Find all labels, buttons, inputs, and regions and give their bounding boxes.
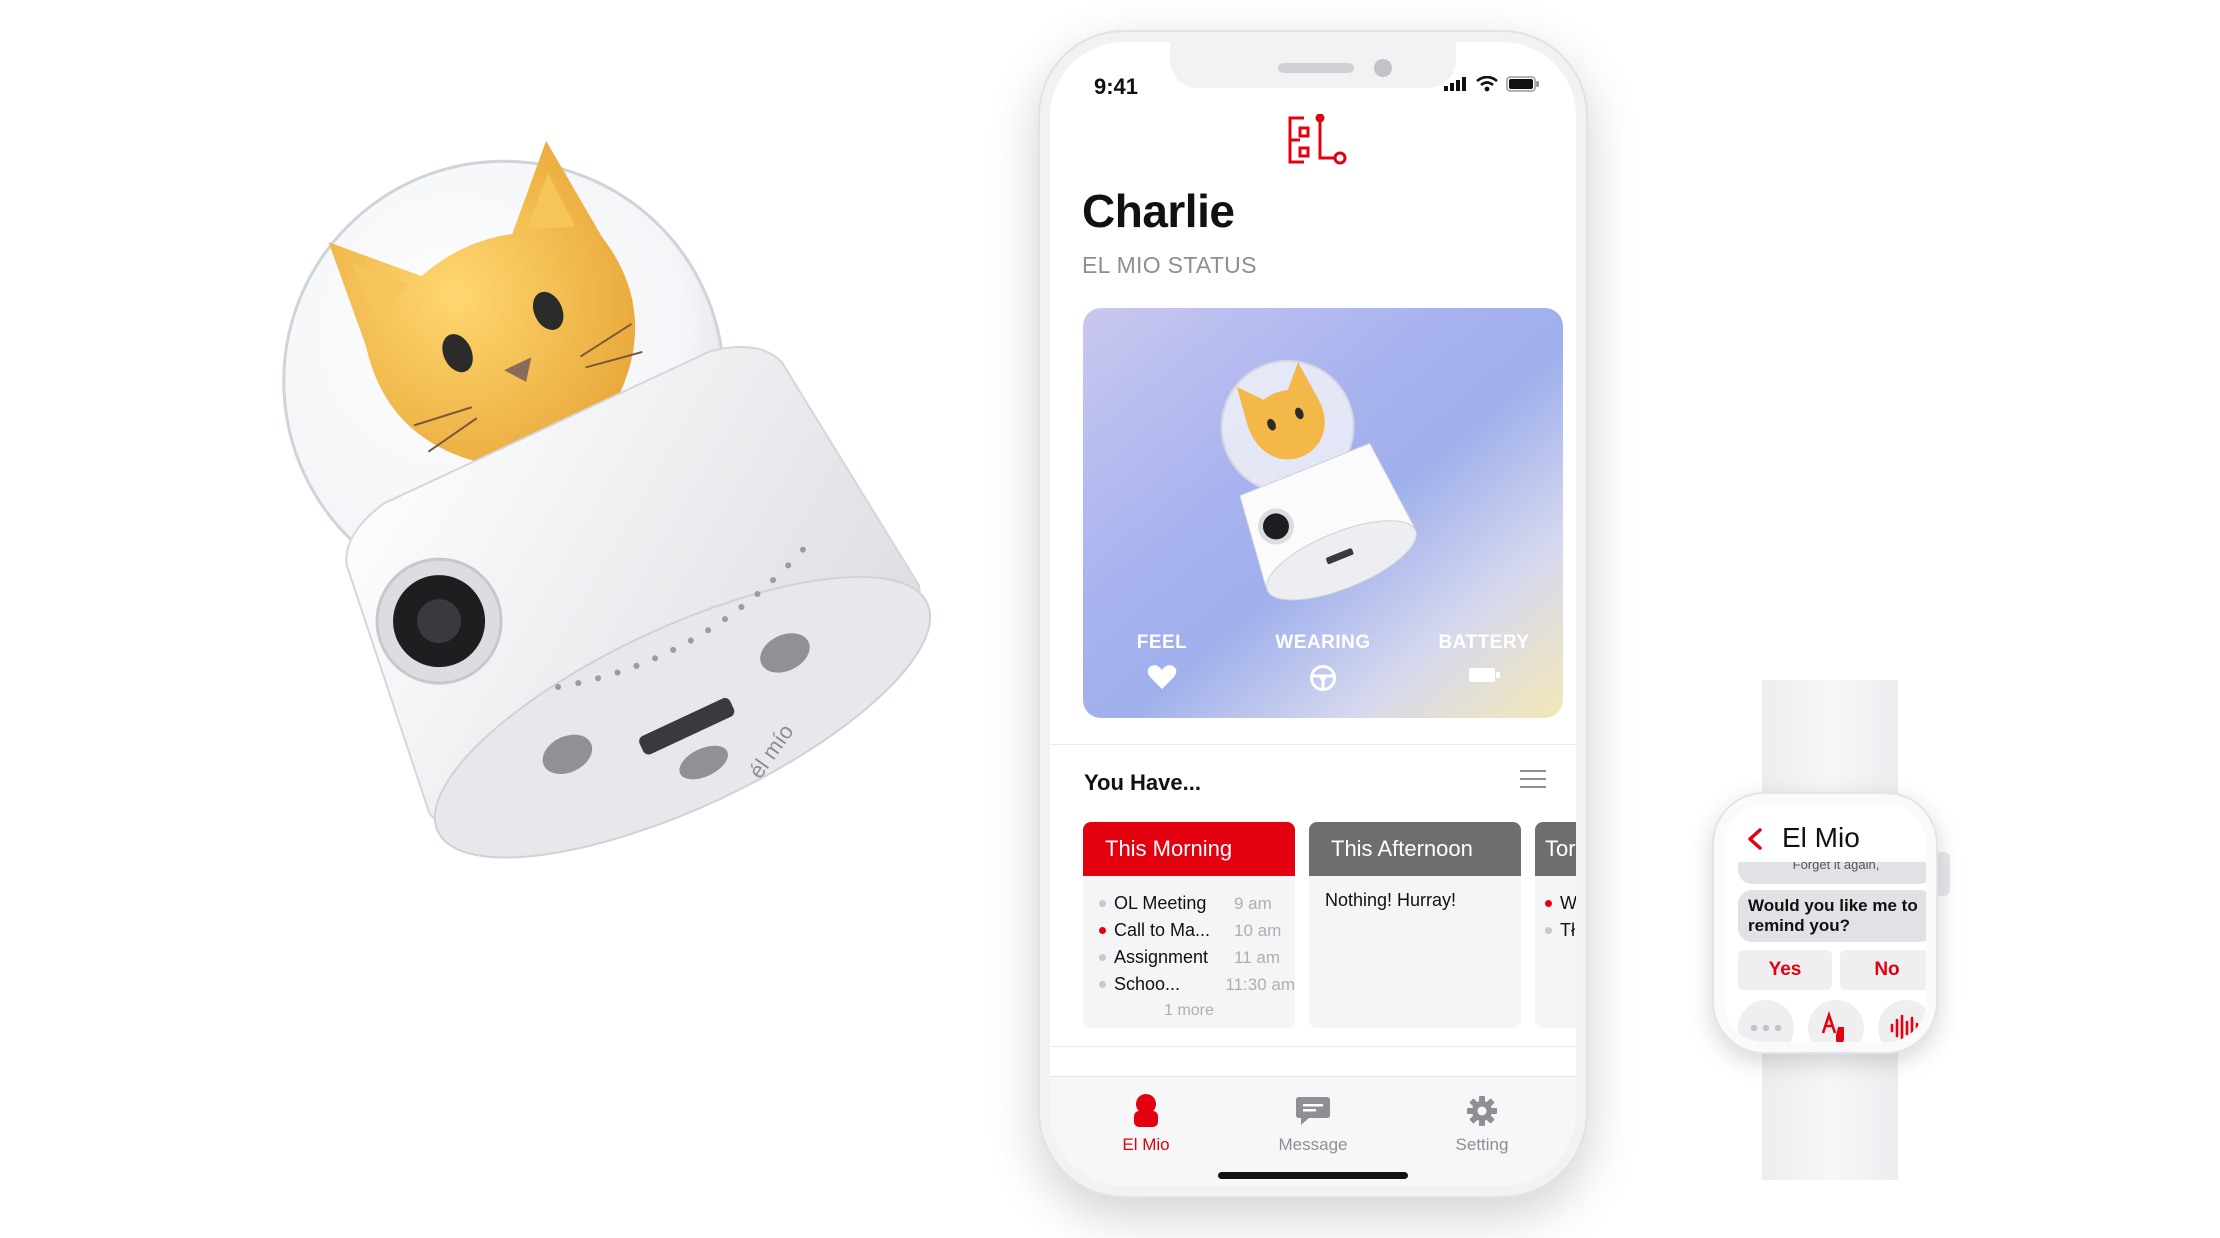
- watch-strap-top: [1762, 680, 1898, 800]
- metric-label: WEARING: [1275, 632, 1371, 653]
- signal-icon: [1444, 77, 1466, 91]
- more-icon: [1750, 1024, 1782, 1032]
- item-dot: [1099, 927, 1106, 934]
- schedule-item[interactable]: Call to Ma... 10 am: [1099, 917, 1295, 944]
- profile-name: Charlie: [1082, 185, 1235, 237]
- metric-battery: BATTERY: [1419, 632, 1549, 692]
- item-dot: [1099, 981, 1106, 988]
- section-divider: [1050, 1046, 1576, 1047]
- metric-label: BATTERY: [1438, 632, 1530, 653]
- tab-bar: El Mio Message Setting: [1050, 1076, 1576, 1186]
- message-icon: [1296, 1097, 1330, 1125]
- voice-input-button[interactable]: [1878, 1000, 1926, 1042]
- el-mio-device-illustration: él mío: [282, 140, 932, 859]
- card-tomorrow[interactable]: Tor W Tł: [1535, 822, 1576, 1028]
- battery-icon: [1469, 668, 1500, 682]
- status-bar-icons: [1444, 76, 1540, 92]
- card-header: Tor: [1535, 822, 1576, 876]
- tab-label: Setting: [1455, 1135, 1509, 1154]
- watch-strap-bottom: [1762, 1040, 1898, 1180]
- phone-screen: 9:41 Charlie EL MIO STATUS FEEL WEARING …: [1050, 42, 1576, 1186]
- menu-line: [1520, 778, 1546, 780]
- no-button[interactable]: No: [1840, 950, 1926, 990]
- schedule-item[interactable]: W: [1545, 890, 1576, 917]
- schedule-item[interactable]: Tł: [1545, 917, 1576, 944]
- yes-button[interactable]: Yes: [1738, 950, 1832, 990]
- list-menu-button[interactable]: [1520, 770, 1546, 790]
- device-thumbnail: [1220, 359, 1417, 601]
- schedule-item[interactable]: Schoo... 11:30 am: [1099, 971, 1295, 998]
- watch-body: El Mio Forget it again, Would you like m…: [1712, 792, 1938, 1054]
- watch-screen: El Mio Forget it again, Would you like m…: [1724, 804, 1926, 1042]
- schedule-cards: This Morning OL Meeting 9 am Call to Ma.…: [1083, 822, 1576, 1032]
- home-indicator[interactable]: [1218, 1172, 1408, 1179]
- item-title: Assignment: [1114, 947, 1209, 967]
- heart-icon: [1147, 665, 1177, 689]
- wifi-icon: [1476, 76, 1498, 92]
- card-header: This Morning: [1083, 822, 1295, 876]
- phone-notch: [1170, 42, 1456, 88]
- front-camera: [1374, 59, 1392, 77]
- phone-mockup: 9:41 Charlie EL MIO STATUS FEEL WEARING …: [1038, 30, 1588, 1198]
- item-title: Tł: [1560, 920, 1575, 940]
- tab-message[interactable]: Message: [1253, 1091, 1373, 1155]
- item-time: 10 am: [1234, 920, 1282, 940]
- battery-status-icon: [1506, 76, 1539, 92]
- steering-wheel-icon: [1310, 665, 1336, 691]
- speaker-grille: [1278, 63, 1354, 73]
- item-dot: [1545, 927, 1552, 934]
- tab-label: El Mio: [1122, 1135, 1170, 1154]
- card-header: This Afternoon: [1309, 822, 1521, 876]
- el-mio-icon: [1134, 1094, 1158, 1127]
- menu-line: [1520, 786, 1546, 788]
- item-dot: [1099, 954, 1106, 961]
- handwriting-icon: [1821, 1011, 1844, 1042]
- watch-title: El Mio: [1782, 822, 1860, 853]
- metric-feel: FEEL: [1097, 632, 1227, 692]
- tab-label: Message: [1278, 1135, 1348, 1154]
- item-title: Schoo...: [1114, 974, 1181, 994]
- status-bar-time: 9:41: [1094, 74, 1139, 99]
- card-this-afternoon[interactable]: This Afternoon Nothing! Hurray!: [1309, 822, 1521, 1028]
- item-time: 9 am: [1234, 893, 1272, 913]
- el-mio-logo: [1288, 114, 1347, 165]
- watch-crown[interactable]: [1936, 852, 1950, 896]
- tab-el-mio[interactable]: El Mio: [1086, 1091, 1206, 1155]
- metric-label: FEEL: [1136, 632, 1188, 653]
- item-dot: [1099, 900, 1106, 907]
- profile-subtitle: EL MIO STATUS: [1082, 252, 1257, 278]
- gear-icon: [1467, 1096, 1497, 1126]
- watch-mockup: El Mio Forget it again, Would you like m…: [1712, 680, 1952, 1180]
- empty-message: Nothing! Hurray!: [1325, 890, 1457, 910]
- item-time: 11 am: [1234, 947, 1280, 967]
- more-items-link[interactable]: 1 more: [1099, 1002, 1295, 1020]
- message-bubble: Would you like me to remind you?: [1738, 890, 1926, 942]
- handwriting-button[interactable]: [1808, 1000, 1864, 1042]
- menu-line: [1520, 770, 1546, 772]
- status-card[interactable]: FEEL WEARING BATTERY: [1083, 308, 1563, 718]
- item-time: 11:30 am: [1225, 974, 1295, 994]
- item-dot: [1545, 900, 1552, 907]
- tab-setting[interactable]: Setting: [1422, 1091, 1542, 1155]
- back-chevron-icon[interactable]: [1746, 828, 1764, 850]
- item-title: W: [1560, 893, 1576, 913]
- section-divider: [1050, 744, 1576, 745]
- card-this-morning[interactable]: This Morning OL Meeting 9 am Call to Ma.…: [1083, 822, 1295, 1028]
- item-title: OL Meeting: [1114, 893, 1207, 913]
- metric-wearing: WEARING: [1258, 632, 1388, 692]
- section-title: You Have...: [1084, 770, 1201, 795]
- schedule-item[interactable]: Assignment 11 am: [1099, 944, 1295, 971]
- more-options-button[interactable]: [1738, 1000, 1794, 1042]
- item-title: Call to Ma...: [1114, 920, 1211, 940]
- previous-message-bubble: Forget it again,: [1738, 862, 1926, 884]
- voice-icon: [1890, 1014, 1923, 1042]
- schedule-item[interactable]: OL Meeting 9 am: [1099, 890, 1295, 917]
